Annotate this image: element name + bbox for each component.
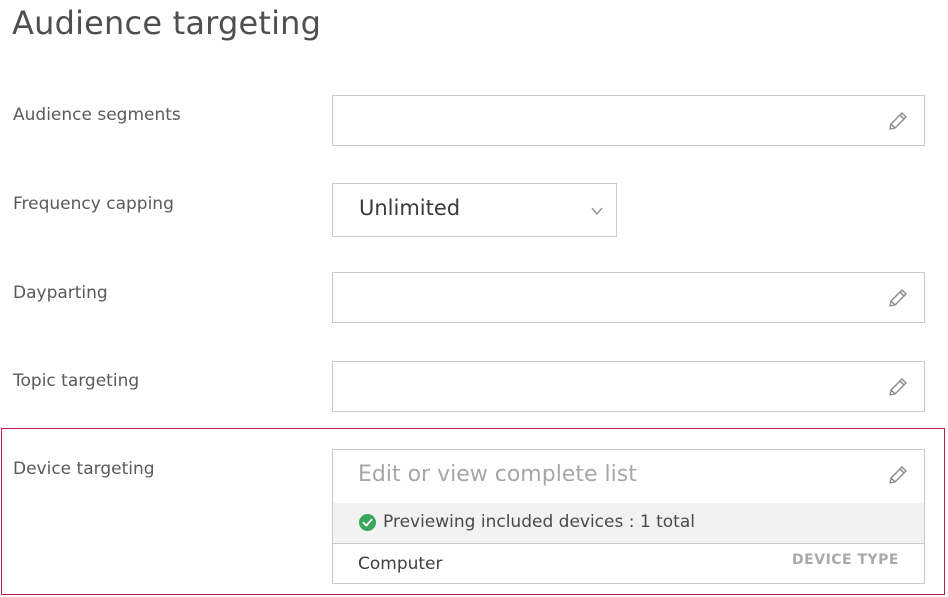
device-targeting-box: Edit or view complete list Previewing in… bbox=[332, 449, 925, 584]
device-name: Computer bbox=[358, 554, 443, 574]
chevron-down-icon bbox=[591, 207, 603, 216]
pencil-icon[interactable] bbox=[886, 463, 910, 487]
frequency-capping-select[interactable]: Unlimited bbox=[332, 183, 617, 237]
device-targeting-placeholder: Edit or view complete list bbox=[358, 462, 637, 487]
list-item: Computer DEVICE TYPE bbox=[333, 544, 924, 584]
frequency-capping-label: Frequency capping bbox=[13, 194, 174, 214]
dayparting-field[interactable] bbox=[332, 272, 925, 323]
audience-segments-field[interactable] bbox=[332, 95, 925, 146]
pencil-icon[interactable] bbox=[886, 109, 910, 133]
dayparting-label: Dayparting bbox=[13, 283, 108, 303]
page-title: Audience targeting bbox=[12, 4, 322, 42]
topic-targeting-label: Topic targeting bbox=[13, 371, 140, 391]
preview-bar: Previewing included devices : 1 total bbox=[333, 503, 924, 544]
device-targeting-input[interactable]: Edit or view complete list bbox=[333, 450, 924, 504]
check-circle-icon bbox=[359, 514, 376, 531]
topic-targeting-field[interactable] bbox=[332, 361, 925, 412]
device-targeting-label: Device targeting bbox=[13, 459, 155, 479]
pencil-icon[interactable] bbox=[886, 375, 910, 399]
pencil-icon[interactable] bbox=[886, 286, 910, 310]
preview-text: Previewing included devices : 1 total bbox=[383, 512, 695, 532]
device-type-label: DEVICE TYPE bbox=[792, 552, 899, 568]
audience-segments-label: Audience segments bbox=[13, 105, 181, 125]
frequency-capping-value: Unlimited bbox=[359, 196, 461, 220]
